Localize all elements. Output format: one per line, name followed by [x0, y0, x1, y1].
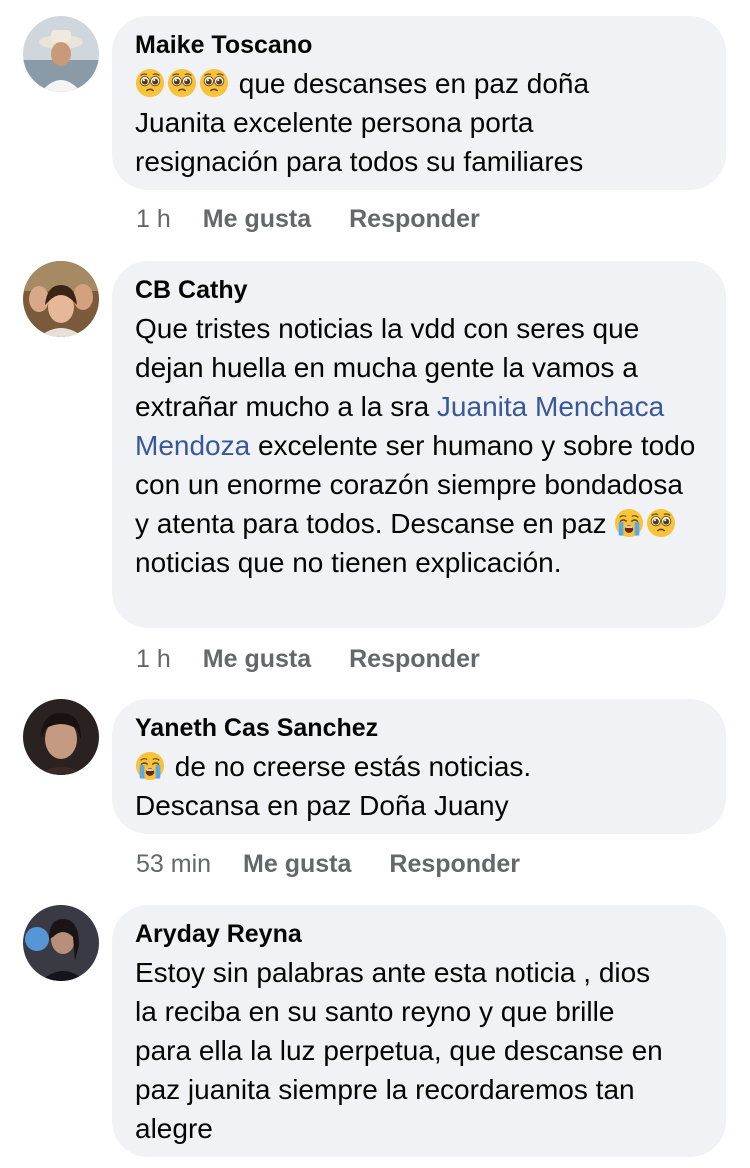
- reply-button[interactable]: Responder: [389, 850, 520, 878]
- comment-bubble: Yaneth Cas Sanchez de no creerse estás n…: [112, 699, 726, 834]
- comment-text-line: para ella la luz perpetua, que descanse …: [135, 1035, 663, 1066]
- pleading-face-icon: [167, 68, 197, 98]
- crying-face-icon: [614, 508, 644, 538]
- comment-bubble: Maike Toscano que descanses en paz doña …: [112, 16, 726, 190]
- comment-text-line: Estoy sin palabras ante esta noticia , d…: [135, 957, 651, 988]
- comment-text-line: que descanses en paz doña: [231, 68, 590, 99]
- comment-text-line: de no creerse estás noticias.: [167, 751, 532, 782]
- avatar[interactable]: [23, 16, 99, 92]
- reply-button[interactable]: Responder: [349, 645, 480, 673]
- pleading-face-icon: [646, 508, 676, 538]
- avatar[interactable]: [23, 905, 99, 981]
- comment-actions: 1 h Me gusta Responder: [136, 645, 480, 674]
- comment-text-line: alegre: [135, 1113, 213, 1144]
- comment-timestamp[interactable]: 1 h: [136, 205, 171, 233]
- comment-text: que descanses en paz doña Juanita excele…: [135, 64, 702, 181]
- pleading-face-icon: [199, 68, 229, 98]
- comment-actions: 1 h Me gusta Responder: [136, 205, 480, 234]
- comment-text: de no creerse estás noticias. Descansa e…: [135, 747, 702, 825]
- avatar[interactable]: [23, 699, 99, 775]
- comment-text-line: resignación para todos su familiares: [135, 146, 584, 177]
- comment-actions: 53 min Me gusta Responder: [136, 850, 520, 879]
- reply-button[interactable]: Responder: [349, 205, 480, 233]
- comment-author[interactable]: CB Cathy: [135, 275, 702, 305]
- pleading-face-icon: [135, 68, 165, 98]
- crying-face-icon: [135, 751, 165, 781]
- like-button[interactable]: Me gusta: [203, 205, 311, 233]
- comment-timestamp[interactable]: 53 min: [136, 850, 211, 878]
- like-button[interactable]: Me gusta: [203, 645, 311, 673]
- avatar[interactable]: [23, 261, 99, 337]
- comment-text-line: la reciba en su santo reyno y que brille: [135, 996, 615, 1027]
- comment-text: Que tristes noticias la vdd con seres qu…: [135, 309, 702, 582]
- comment-bubble: CB Cathy Que tristes noticias la vdd con…: [112, 261, 726, 628]
- comment-text-line: paz juanita siempre la recordaremos tan: [135, 1074, 635, 1105]
- comment-text-line: Juanita excelente persona porta: [135, 107, 534, 138]
- comment-author[interactable]: Maike Toscano: [135, 30, 702, 60]
- comment-timestamp[interactable]: 1 h: [136, 645, 171, 673]
- comment-text-part: noticias que no tienen explicación.: [135, 547, 562, 578]
- comment-author[interactable]: Yaneth Cas Sanchez: [135, 713, 702, 743]
- comment-bubble: Aryday Reyna Estoy sin palabras ante est…: [112, 905, 726, 1157]
- comment-text: Estoy sin palabras ante esta noticia , d…: [135, 953, 702, 1148]
- like-button[interactable]: Me gusta: [243, 850, 351, 878]
- comment-author[interactable]: Aryday Reyna: [135, 919, 702, 949]
- comment-text-line: Descansa en paz Doña Juany: [135, 790, 509, 821]
